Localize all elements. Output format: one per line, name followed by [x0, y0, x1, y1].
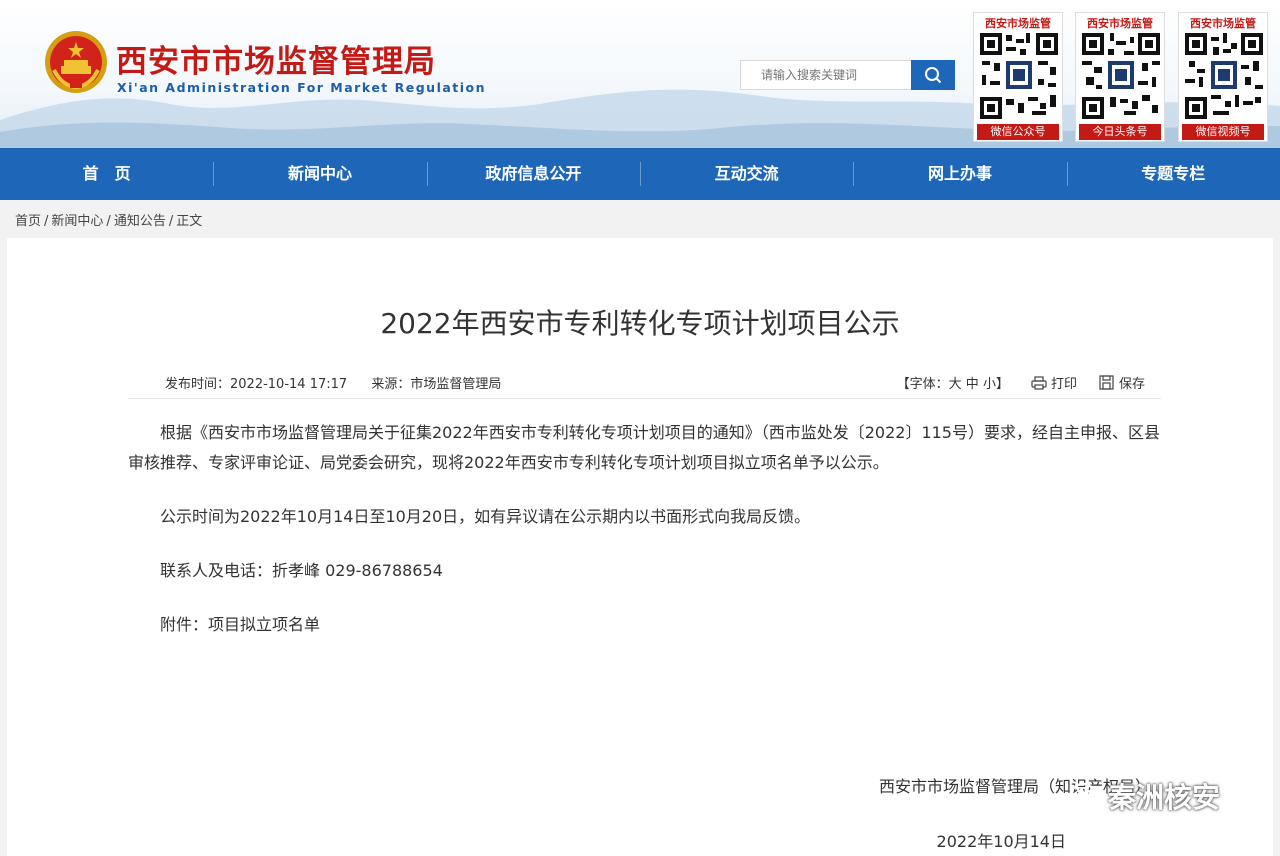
save-icon	[1099, 375, 1114, 390]
article-paragraph: 根据《西安市市场监督管理局关于征集2022年西安市专利转化专项计划项目的通知》（…	[128, 423, 1160, 472]
site-subtitle: Xi'an Administration For Market Regulati…	[117, 80, 487, 95]
article-meta: 发布时间：2022-10-14 17:17 来源：市场监督管理局	[165, 373, 501, 392]
breadcrumb: 首页 / 新闻中心 / 通知公告 / 正文	[15, 210, 202, 229]
search-icon	[925, 67, 942, 84]
save-button[interactable]: 保存	[1099, 373, 1145, 392]
wechat-icon	[1070, 782, 1104, 809]
source-value: 市场监督管理局	[410, 377, 502, 392]
font-size-label: 【字体：	[896, 377, 949, 392]
qr-title: 西安市场监管	[985, 17, 1051, 30]
breadcrumb-separator: /	[44, 214, 49, 229]
breadcrumb-notices[interactable]: 通知公告	[114, 214, 166, 229]
qr-code-icon	[1183, 31, 1265, 121]
print-label: 打印	[1050, 377, 1077, 392]
nav-special-topics[interactable]: 专题专栏	[1066, 148, 1280, 200]
nav-online-service[interactable]: 网上办事	[853, 148, 1066, 200]
breadcrumb-news-center[interactable]: 新闻中心	[51, 214, 103, 229]
qr-label: 微信视频号	[1182, 124, 1264, 140]
breadcrumb-current: 正文	[176, 214, 203, 229]
meta-divider	[128, 398, 1161, 399]
article-body: 根据《西安市市场监督管理局关于征集2022年西安市专利转化专项计划项目的通知》（…	[128, 418, 1161, 664]
article-date: 2022年10月14日	[936, 832, 1066, 851]
publish-time: 2022-10-14 17:17	[230, 377, 348, 392]
search-button[interactable]	[911, 60, 955, 90]
font-size-label-close: 】	[995, 377, 1009, 392]
qr-code-icon	[1080, 31, 1162, 121]
article-tools: 【字体：大 中 小】 打印 保存	[897, 373, 1145, 392]
national-emblem-icon	[45, 31, 107, 93]
search-input[interactable]	[740, 60, 912, 90]
article-panel: 2022年西安市专利转化专项计划项目公示 发布时间：2022-10-14 17:…	[7, 238, 1273, 856]
watermark: 秦洲核安	[1070, 776, 1220, 816]
publish-label: 发布时间：	[165, 377, 231, 392]
article-attachment-link[interactable]: 附件：项目拟立项名单	[128, 610, 1161, 640]
breadcrumb-separator: /	[106, 214, 111, 229]
nav-news-center[interactable]: 新闻中心	[213, 148, 426, 200]
source-label: 来源：	[371, 377, 411, 392]
watermark-text: 秦洲核安	[1108, 781, 1221, 814]
breadcrumb-home[interactable]: 首页	[15, 214, 41, 229]
qr-title: 西安市场监管	[1190, 17, 1256, 30]
qr-title: 西安市场监管	[1087, 17, 1153, 30]
nav-gov-info[interactable]: 政府信息公开	[426, 148, 640, 200]
qr-wechat-video: 西安市场监管 微信视频号	[1178, 12, 1268, 142]
qr-label: 微信公众号	[977, 124, 1059, 140]
qr-toutiao: 西安市场监管 今日头条号	[1075, 12, 1165, 142]
site-title: 西安市市场监督管理局	[116, 44, 436, 80]
site-header: 西安市市场监督管理局 Xi'an Administration For Mark…	[0, 0, 1280, 148]
nav-home[interactable]: 首 页	[0, 148, 213, 200]
print-button[interactable]: 打印	[1031, 373, 1077, 392]
qr-label: 今日头条号	[1079, 124, 1161, 140]
article-paragraph: 联系人及电话：折孝峰 029-86788654	[160, 561, 443, 580]
qr-code-icon	[978, 31, 1060, 121]
printer-icon	[1031, 375, 1047, 390]
font-size-selector: 【字体：大 中 小】	[897, 373, 1009, 392]
nav-interaction[interactable]: 互动交流	[639, 148, 853, 200]
article-title: 2022年西安市专利转化专项计划项目公示	[380, 307, 900, 340]
font-size-small[interactable]: 小	[983, 377, 996, 392]
font-size-large[interactable]: 大	[949, 377, 962, 392]
breadcrumb-separator: /	[168, 214, 174, 229]
save-label: 保存	[1118, 377, 1145, 392]
article-paragraph: 公示时间为2022年10月14日至10月20日，如有异议请在公示期内以书面形式向…	[160, 507, 811, 526]
font-size-medium[interactable]: 中	[966, 377, 979, 392]
main-nav: 首 页 新闻中心 政府信息公开 互动交流 网上办事 专题专栏	[0, 148, 1280, 200]
qr-wechat-official: 西安市场监管 微信公众号	[973, 12, 1063, 142]
